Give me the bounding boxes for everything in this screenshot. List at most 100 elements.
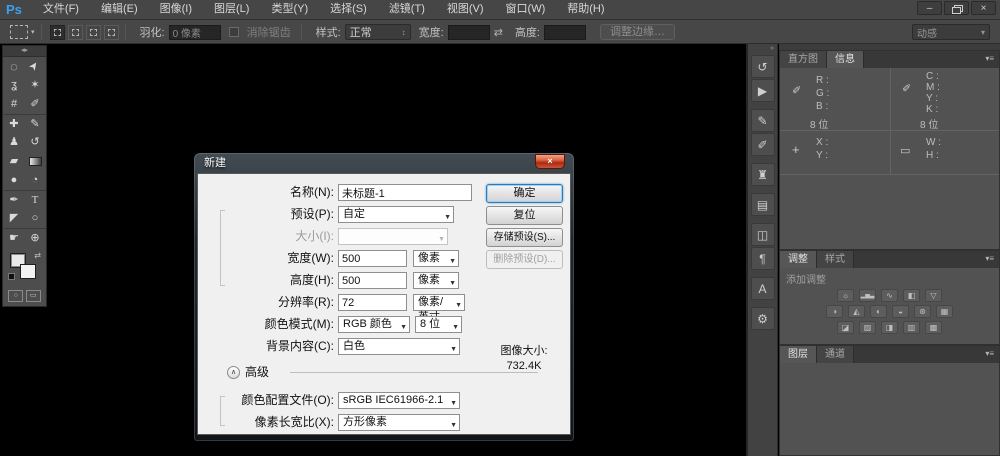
- tool-shape[interactable]: ○: [25, 209, 46, 228]
- width-input[interactable]: [338, 250, 407, 267]
- intersect-selection-button-icon[interactable]: [104, 25, 119, 40]
- tool-zoom[interactable]: ⊕: [25, 228, 46, 247]
- paragraph-panel-icon[interactable]: ¶: [751, 247, 775, 270]
- kuler-panel-icon[interactable]: ⚙: [751, 307, 775, 330]
- brush-panel-icon[interactable]: ✎: [751, 109, 775, 132]
- adj-hue-saturation-icon[interactable]: ◑: [826, 305, 843, 318]
- tool-magic-wand[interactable]: ✶: [25, 76, 46, 95]
- background-contents-dropdown[interactable]: 白色▼: [338, 338, 460, 355]
- color-profile-dropdown[interactable]: sRGB IEC61966-2.1▼: [338, 392, 460, 409]
- width-input[interactable]: [448, 25, 490, 40]
- history-panel-icon[interactable]: ↺: [751, 55, 775, 78]
- tool-hand[interactable]: ☛: [4, 228, 25, 247]
- brush-presets-panel-icon[interactable]: ✐: [751, 133, 775, 156]
- actions-panel-icon[interactable]: ▶: [751, 79, 775, 102]
- info-rgb-bitdepth[interactable]: 8 位: [810, 116, 828, 131]
- width-unit-dropdown[interactable]: 像素▼: [413, 250, 459, 267]
- dock-collapse-button[interactable]: »: [748, 44, 777, 54]
- adj-invert-icon[interactable]: ◪: [837, 321, 854, 334]
- menu-file[interactable]: 文件(F): [32, 0, 90, 19]
- adj-brightness-contrast-icon[interactable]: ☼: [837, 289, 854, 302]
- name-input[interactable]: [338, 184, 472, 201]
- tool-history-brush[interactable]: ↺: [25, 133, 46, 152]
- menu-layer[interactable]: 图层(L): [203, 0, 260, 19]
- reset-button[interactable]: 复位: [486, 206, 563, 225]
- new-selection-button-icon[interactable]: [50, 25, 65, 40]
- screen-mode-button-icon[interactable]: ▭: [26, 290, 41, 302]
- adj-threshold-icon[interactable]: ◨: [881, 321, 898, 334]
- antialias-checkbox[interactable]: [229, 27, 239, 37]
- adj-levels-icon[interactable]: ▂▅▃: [859, 289, 876, 302]
- tool-blur[interactable]: ●: [4, 171, 25, 190]
- menu-view[interactable]: 视图(V): [436, 0, 495, 19]
- workspace-dropdown[interactable]: 动感 ▾: [912, 24, 990, 40]
- quick-mask-button-icon[interactable]: ○: [8, 290, 23, 302]
- adj-color-lookup-icon[interactable]: ▦: [936, 305, 953, 318]
- adj-posterize-icon[interactable]: ▨: [859, 321, 876, 334]
- tool-type[interactable]: T: [25, 190, 46, 209]
- minimize-button-icon[interactable]: –: [917, 1, 942, 15]
- tool-healing-brush[interactable]: ✚: [4, 114, 25, 133]
- tool-lasso[interactable]: ʓ: [4, 76, 25, 95]
- adj-black-white-icon[interactable]: ◐: [870, 305, 887, 318]
- adj-color-balance-icon[interactable]: ◭: [848, 305, 865, 318]
- advanced-collapse-icon[interactable]: ∧: [227, 366, 240, 379]
- pixel-aspect-ratio-dropdown[interactable]: 方形像素▼: [338, 414, 460, 431]
- adj-exposure-icon[interactable]: ◧: [903, 289, 920, 302]
- resolution-input[interactable]: [338, 294, 407, 311]
- adj-curves-icon[interactable]: ∿: [881, 289, 898, 302]
- tool-gradient[interactable]: [25, 152, 46, 171]
- style-dropdown[interactable]: 正常 ↕: [345, 24, 411, 40]
- tool-dodge[interactable]: ◔: [25, 171, 46, 190]
- link-dimensions-icon[interactable]: ⇄: [494, 26, 503, 39]
- layer-comps-panel-icon[interactable]: ◫: [751, 223, 775, 246]
- ok-button[interactable]: 确定: [486, 184, 563, 203]
- dialog-close-icon[interactable]: ×: [535, 154, 565, 169]
- tool-crop[interactable]: #: [4, 95, 25, 114]
- tool-eyedropper[interactable]: ✐: [25, 95, 46, 114]
- tab-styles[interactable]: 样式: [817, 251, 854, 268]
- tool-path-selection[interactable]: ◤: [4, 209, 25, 228]
- refine-edge-button[interactable]: 调整边缘…: [600, 24, 675, 40]
- panel-menu-icon[interactable]: ▾≡: [985, 51, 999, 68]
- adj-channel-mixer-icon[interactable]: ⊛: [914, 305, 931, 318]
- height-input[interactable]: [338, 272, 407, 289]
- panel-menu-icon[interactable]: ▾≡: [985, 251, 999, 268]
- tool-pen[interactable]: ✒: [4, 190, 25, 209]
- menu-edit[interactable]: 编辑(E): [90, 0, 149, 19]
- adj-selective-color-icon[interactable]: ▩: [925, 321, 942, 334]
- tab-adjustments[interactable]: 调整: [780, 251, 817, 268]
- menu-window[interactable]: 窗口(W): [495, 0, 557, 19]
- character-panel-icon[interactable]: A: [751, 277, 775, 300]
- feather-input[interactable]: [169, 25, 221, 40]
- info-cmyk-bitdepth[interactable]: 8 位: [920, 116, 938, 131]
- preset-dropdown[interactable]: 自定▼: [338, 206, 454, 223]
- adj-gradient-map-icon[interactable]: ▥: [903, 321, 920, 334]
- menu-image[interactable]: 图像(I): [149, 0, 203, 19]
- toolbar-collapse-button[interactable]: ◂▸: [3, 46, 46, 57]
- tool-eraser[interactable]: ▰: [4, 152, 25, 171]
- menu-type[interactable]: 类型(Y): [260, 0, 319, 19]
- tool-preset-icon[interactable]: [10, 25, 28, 39]
- close-button-icon[interactable]: ×: [971, 1, 996, 15]
- bit-depth-dropdown[interactable]: 8 位▼: [415, 316, 462, 333]
- add-to-selection-button-icon[interactable]: [68, 25, 83, 40]
- height-input[interactable]: [544, 25, 586, 40]
- background-color-swatch[interactable]: [20, 264, 36, 279]
- clone-source-panel-icon[interactable]: ♜: [751, 163, 775, 186]
- height-unit-dropdown[interactable]: 像素▼: [413, 272, 459, 289]
- swap-colors-icon[interactable]: ⇄: [34, 251, 41, 260]
- tool-move[interactable]: ➤: [25, 57, 46, 76]
- default-colors-icon[interactable]: [8, 273, 15, 280]
- delete-preset-button[interactable]: 删除预设(D)...: [486, 250, 563, 269]
- menu-select[interactable]: 选择(S): [319, 0, 378, 19]
- menu-filter[interactable]: 滤镜(T): [378, 0, 436, 19]
- panel-menu-icon[interactable]: ▾≡: [985, 346, 999, 363]
- restore-button-icon[interactable]: [944, 1, 969, 15]
- tab-layers[interactable]: 图层: [780, 346, 817, 363]
- tool-clone-stamp[interactable]: ♟: [4, 133, 25, 152]
- tab-info[interactable]: 信息: [827, 51, 864, 68]
- save-preset-button[interactable]: 存储预设(S)...: [486, 228, 563, 247]
- advanced-section-label[interactable]: 高级: [245, 366, 269, 379]
- adj-photo-filter-icon[interactable]: ◒: [892, 305, 909, 318]
